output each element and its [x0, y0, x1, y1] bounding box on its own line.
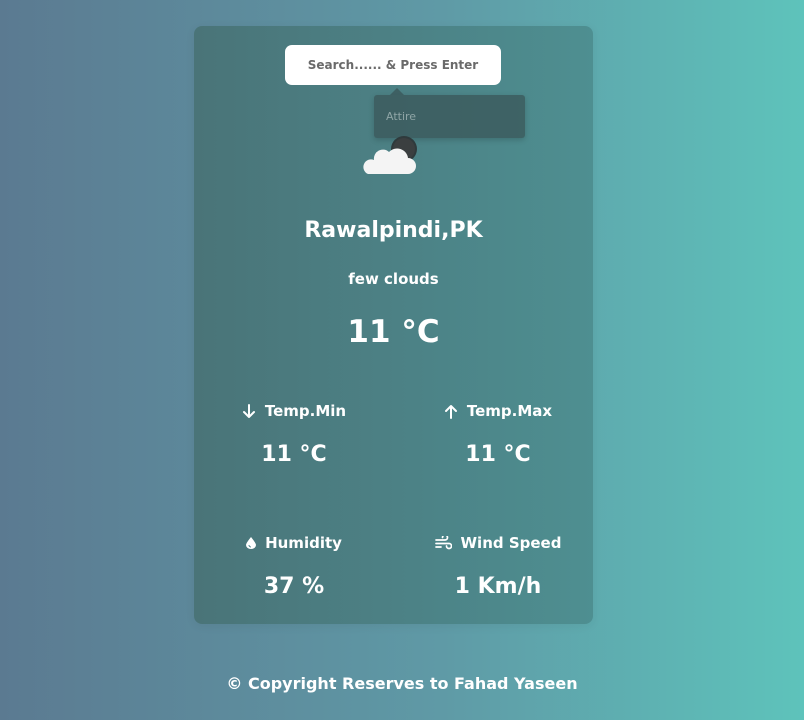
temp-min-value: 11 °C [261, 442, 327, 467]
temp-min-stat: Temp.Min 11 °C [194, 402, 394, 467]
temp-max-stat: Temp.Max 11 °C [398, 402, 598, 467]
current-temperature: 11 °C [347, 314, 440, 350]
search-input[interactable] [285, 45, 501, 85]
wind-speed-label: Wind Speed [460, 534, 562, 552]
temp-min-label: Temp.Min [264, 402, 347, 420]
wind-icon [434, 536, 452, 550]
suggestion-text: Attire [386, 110, 417, 123]
humidity-stat: Humidity 37 % [194, 534, 394, 599]
weather-description: few clouds [348, 270, 439, 288]
arrow-down-icon [242, 403, 255, 418]
weather-card: Attire Rawalpindi,PK few clouds 11 °C Te… [194, 26, 593, 624]
wind-speed-value: 1 Km/h [454, 574, 542, 599]
arrow-up-icon [444, 404, 457, 419]
wind-speed-stat: Wind Speed 1 Km/h [398, 534, 598, 599]
humidity-value: 37 % [263, 574, 325, 599]
city-name: Rawalpindi,PK [304, 218, 483, 243]
copyright-footer: © Copyright Reserves to Fahad Yaseen [226, 674, 578, 693]
temp-max-label: Temp.Max [466, 402, 553, 420]
humidity-label: Humidity [265, 534, 342, 552]
temp-max-value: 11 °C [465, 442, 531, 467]
droplet-icon [246, 537, 257, 549]
cloud-moon-icon [363, 136, 417, 174]
